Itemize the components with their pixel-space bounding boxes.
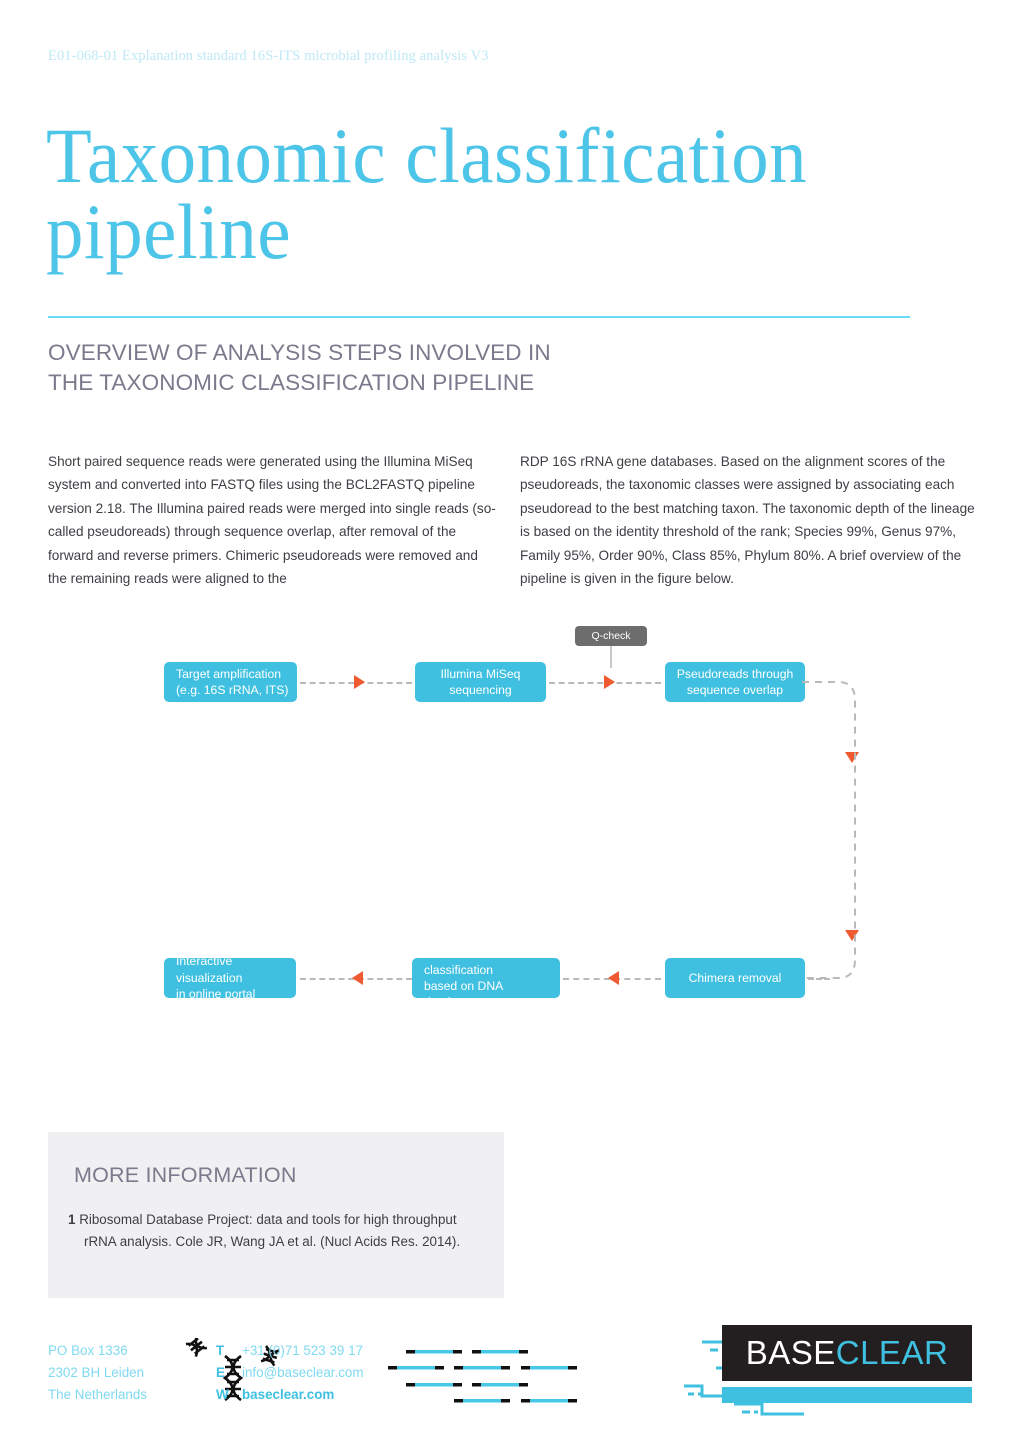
loop-connector-path	[802, 681, 856, 979]
footer-phone-number: +31 (0)71 523 39 17	[242, 1343, 363, 1358]
node-line2: in online portal	[176, 987, 256, 1002]
arrow-left-icon	[608, 971, 619, 985]
footer-label-email: E	[216, 1364, 225, 1380]
section-subheading: OVERVIEW OF ANALYSIS STEPS INVOLVED IN T…	[48, 340, 551, 396]
node-line2: sequence overlap	[686, 683, 784, 697]
page-title-line2: pipeline	[46, 187, 292, 275]
body-text-left-column: Short paired sequence reads were generat…	[48, 454, 496, 586]
more-information-title: MORE INFORMATION	[74, 1163, 297, 1187]
node-line1: Taxonomic classification	[424, 946, 494, 977]
document-code-header: E01-068-01 Explanation standard 16S-ITS …	[48, 48, 489, 64]
logo-accent-bar	[722, 1387, 972, 1403]
node-line1: Pseudoreads through	[676, 666, 794, 681]
diagram-node-illumina-miseq[interactable]: Illumina MiSeq sequencing	[415, 662, 546, 702]
footer-website-url[interactable]: baseclear.com	[242, 1384, 472, 1406]
diagram-node-taxonomic-classification[interactable]: Taxonomic classification based on DNA da…	[412, 946, 560, 1009]
node-line1: Chimera removal	[688, 970, 782, 985]
footer-email-address[interactable]: info@baseclear.com	[242, 1362, 472, 1384]
page-title: Taxonomic classification pipeline	[46, 117, 891, 275]
diagram-node-chimera-removal[interactable]: Chimera removal	[665, 958, 805, 998]
baseclear-logo: BASECLEAR	[722, 1325, 972, 1381]
body-text-right-column: RDP 16S rRNA gene databases. Based on th…	[520, 454, 975, 586]
footer-address-line2: 2302 BH Leiden	[48, 1364, 145, 1380]
node-line2: based on DNA databases	[424, 979, 503, 1010]
title-divider	[48, 316, 910, 318]
baseclear-logo-text: BASECLEAR	[746, 1334, 949, 1372]
reference-item: 1 Ribosomal Database Project: data and t…	[68, 1209, 468, 1252]
document-page: E01-068-01 Explanation standard 16S-ITS …	[0, 0, 1020, 1442]
footer-label-telephone: T	[216, 1343, 225, 1358]
arrow-left-icon	[352, 971, 363, 985]
node-line2: (e.g. 16S rRNA, ITS)	[176, 683, 289, 697]
arrow-right-icon	[604, 675, 615, 689]
footer-address-line3: The Netherlands	[48, 1386, 147, 1402]
page-title-line1: Taxonomic classification	[46, 112, 808, 199]
footer-address: PO Box 1336 2302 BH Leiden The Netherlan…	[48, 1340, 228, 1406]
footer-address-line1: PO Box 1336	[48, 1343, 128, 1358]
footer-contact-labels: T E W	[216, 1340, 238, 1406]
node-line1: Interactive visualization	[176, 954, 243, 985]
qcheck-badge: Q-check	[575, 626, 647, 646]
diagram-node-interactive-visualization[interactable]: Interactive visualization in online port…	[164, 954, 296, 1002]
logo-word-base: BASE	[745, 1334, 836, 1371]
node-line1: Illumina MiSeq	[440, 666, 521, 681]
node-line2: sequencing	[449, 683, 512, 697]
logo-word-clear: CLEAR	[835, 1334, 949, 1371]
footer-label-web: W	[216, 1386, 229, 1402]
diagram-node-pseudoreads-overlap[interactable]: Pseudoreads through sequence overlap	[665, 662, 805, 702]
arrow-right-icon	[354, 675, 365, 689]
reference-text: Ribosomal Database Project: data and too…	[79, 1212, 461, 1249]
qcheck-connector-line	[610, 646, 612, 668]
diagram-node-target-amplification[interactable]: Target amplification (e.g. 16S rRNA, ITS…	[164, 662, 297, 702]
footer-contact-values: +31 (0)71 523 39 17 info@baseclear.com b…	[242, 1340, 472, 1406]
node-line1: Target amplification	[176, 666, 281, 681]
reference-number: 1	[68, 1212, 76, 1227]
pipeline-diagram: Q-check Target amplification (e.g. 16S r…	[0, 600, 1020, 1416]
